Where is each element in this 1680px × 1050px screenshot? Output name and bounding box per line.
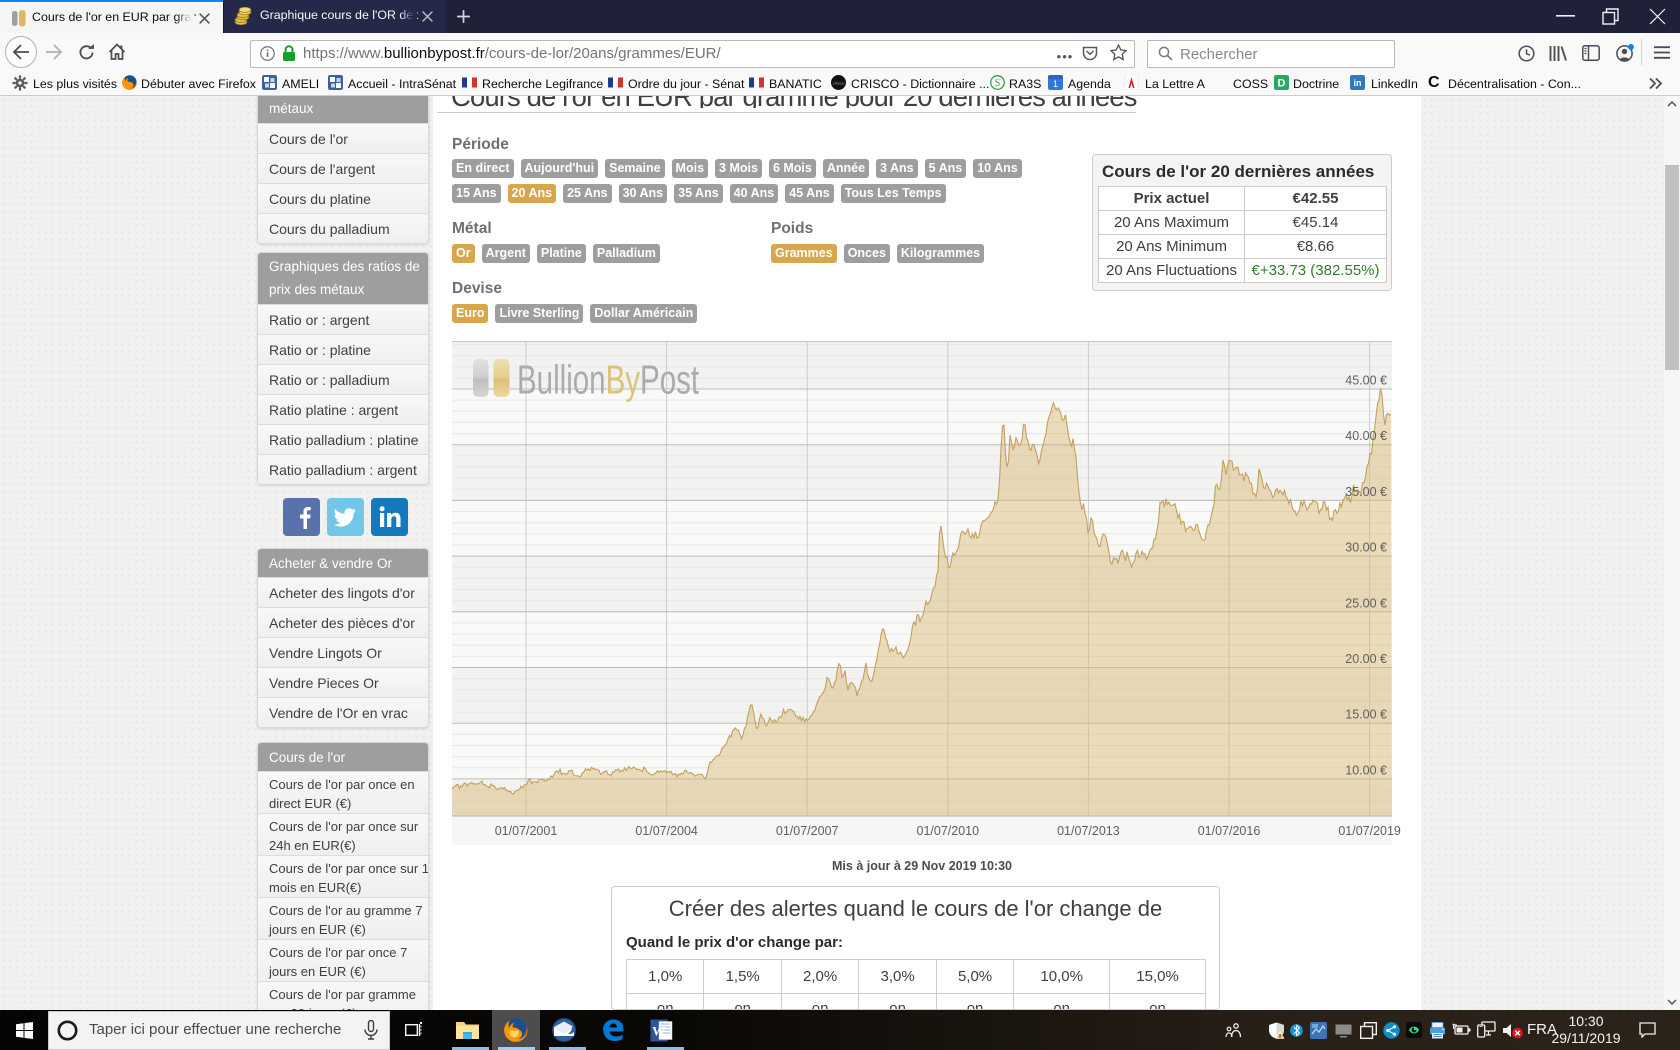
svg-text:01/07/2007: 01/07/2007: [776, 824, 839, 838]
svg-text:30.00 €: 30.00 €: [1345, 541, 1387, 555]
svg-text:25.00 €: 25.00 €: [1345, 596, 1387, 610]
svg-text:01/07/2004: 01/07/2004: [635, 824, 698, 838]
svg-text:40.00 €: 40.00 €: [1345, 429, 1387, 443]
svg-text:10.00 €: 10.00 €: [1345, 763, 1387, 777]
svg-text:BullionByPost: BullionByPost: [517, 357, 699, 403]
svg-text:S: S: [995, 78, 1001, 89]
svg-text:01/07/2019: 01/07/2019: [1338, 824, 1401, 838]
svg-text:15.00 €: 15.00 €: [1345, 708, 1387, 722]
svg-text:45.00 €: 45.00 €: [1345, 374, 1387, 388]
svg-text:in: in: [1354, 78, 1362, 88]
svg-text:20.00 €: 20.00 €: [1345, 652, 1387, 666]
svg-text:CRISCO: CRISCO: [833, 82, 845, 86]
svg-text:01/07/2010: 01/07/2010: [917, 824, 980, 838]
svg-text:01/07/2016: 01/07/2016: [1198, 824, 1261, 838]
svg-text:01/07/2013: 01/07/2013: [1057, 824, 1120, 838]
svg-text:35.00 €: 35.00 €: [1345, 485, 1387, 499]
svg-text:W: W: [652, 1024, 665, 1039]
svg-text:D: D: [1278, 78, 1286, 90]
svg-text:01/07/2001: 01/07/2001: [495, 824, 558, 838]
svg-text:1: 1: [1053, 79, 1058, 89]
